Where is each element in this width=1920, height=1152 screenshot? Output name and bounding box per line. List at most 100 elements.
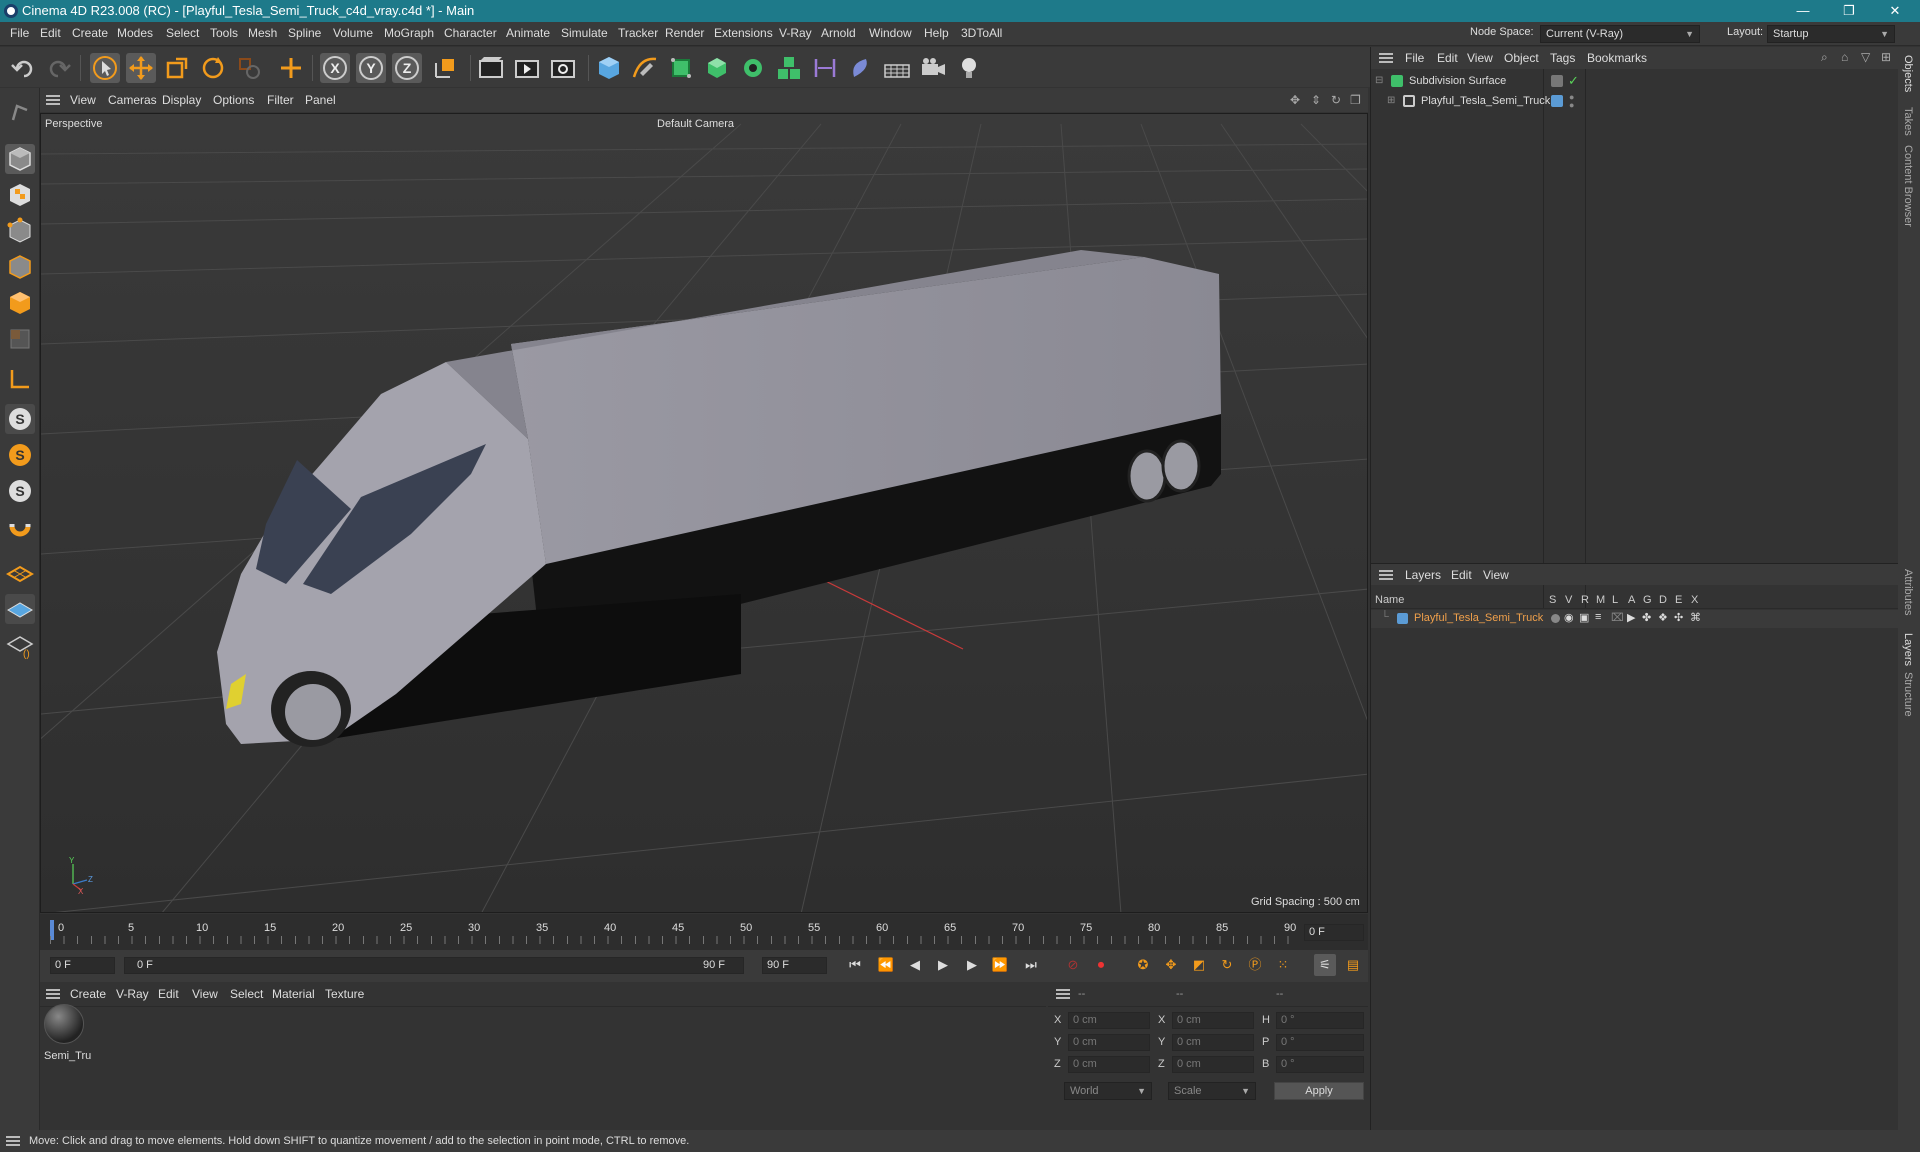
next-frame-icon[interactable]: ▶ [961, 954, 983, 976]
menu-simulate[interactable]: Simulate [561, 26, 608, 40]
key-scale-icon[interactable]: ◩ [1188, 954, 1210, 976]
3d-viewport[interactable]: Perspective Default Camera Grid Spacing … [40, 113, 1368, 913]
menu-3dtoall[interactable]: 3DToAll [961, 26, 1002, 40]
material-thumbnail[interactable]: Semi_Tru [42, 1004, 91, 1064]
snap-settings-icon[interactable]: S [5, 440, 35, 470]
move-icon[interactable] [126, 53, 156, 83]
object-tree[interactable]: ⊟ Subdivision Surface ✓ ⊞ Playful_Tesla_… [1371, 69, 1899, 609]
tab-takes[interactable]: Takes [1902, 107, 1914, 136]
manager-icon[interactable]: ≡ [1595, 611, 1601, 623]
material-menu-create[interactable]: Create [70, 987, 106, 1001]
key-position-icon[interactable]: ✥ [1160, 954, 1182, 976]
menu-tracker[interactable]: Tracker [618, 26, 658, 40]
extrude-icon[interactable] [702, 53, 732, 83]
next-key-icon[interactable]: ⏩ [989, 954, 1011, 976]
rotate-icon[interactable] [198, 53, 228, 83]
filter-icon[interactable]: ▽ [1861, 50, 1870, 64]
menu-window[interactable]: Window [869, 26, 912, 40]
tree-row-truck[interactable]: ⊞ Playful_Tesla_Semi_Truck ● ● [1371, 93, 1899, 111]
menu-edit[interactable]: Edit [40, 26, 61, 40]
select-pointer-icon[interactable] [90, 53, 120, 83]
model-mode-icon[interactable] [5, 144, 35, 174]
menu-file[interactable]: File [10, 26, 29, 40]
tab-objects[interactable]: Objects [1902, 55, 1914, 92]
tab-content-browser[interactable]: Content Browser [1902, 145, 1914, 227]
layer-color-swatch[interactable] [1397, 613, 1408, 624]
material-menu-material[interactable]: Material [272, 987, 315, 1001]
render-icon[interactable]: ▣ [1579, 611, 1589, 624]
solo-icon[interactable] [1551, 614, 1560, 623]
snap-icon[interactable]: S [5, 404, 35, 434]
y-axis-icon[interactable]: Y [356, 53, 386, 83]
subdivision-icon[interactable] [666, 53, 696, 83]
size-mode-select[interactable]: Scale ▼ [1168, 1082, 1256, 1100]
material-menu-texture[interactable]: Texture [325, 987, 364, 1001]
pan-view-icon[interactable]: ✥ [1290, 93, 1300, 107]
undo-icon[interactable] [8, 53, 38, 83]
node-space-select[interactable]: Current (V-Ray) ▼ [1540, 25, 1700, 43]
layers-menu-layers[interactable]: Layers [1405, 568, 1441, 582]
coordinate-space-select[interactable]: World ▼ [1064, 1082, 1152, 1100]
material-menu-view[interactable]: View [192, 987, 218, 1001]
redo-icon[interactable] [44, 53, 74, 83]
render-view-icon[interactable] [512, 53, 542, 83]
frame-range-slider[interactable]: 0 F 90 F [124, 957, 744, 974]
current-frame-field[interactable]: 0 F [1304, 924, 1364, 941]
polygon-mode-icon[interactable] [5, 288, 35, 318]
deformer-icon[interactable]: ❖ [1658, 611, 1668, 624]
material-menu-vray[interactable]: V-Ray [116, 987, 149, 1001]
menu-character[interactable]: Character [444, 26, 497, 40]
new-window-icon[interactable]: ⊞ [1881, 50, 1891, 64]
objects-menu-view[interactable]: View [1467, 51, 1493, 65]
key-pla-icon[interactable]: ⁙ [1272, 954, 1294, 976]
objects-menu-object[interactable]: Object [1504, 51, 1539, 65]
menu-help[interactable]: Help [924, 26, 949, 40]
previous-frame-icon[interactable]: ◀ [904, 954, 926, 976]
menu-modes[interactable]: Modes [117, 26, 153, 40]
axis-mode-icon[interactable] [5, 364, 35, 394]
xref-icon[interactable]: ⌘ [1690, 611, 1701, 624]
restore-icon[interactable]: ❐ [1826, 0, 1872, 22]
tab-attributes[interactable]: Attributes [1902, 569, 1914, 615]
cloner-icon[interactable] [738, 53, 768, 83]
timeline-track[interactable]: 0 5 10 15 20 25 30 35 40 45 50 55 60 65 … [50, 918, 1300, 944]
size-x-field[interactable]: 0 cm [1172, 1012, 1254, 1029]
previous-key-icon[interactable]: ⏪ [875, 954, 897, 976]
z-axis-icon[interactable]: Z [392, 53, 422, 83]
make-editable-icon[interactable] [5, 98, 35, 128]
position-x-field[interactable]: 0 cm [1068, 1012, 1150, 1029]
menu-mograph[interactable]: MoGraph [384, 26, 434, 40]
viewport-camera-label[interactable]: Default Camera [657, 118, 734, 130]
size-z-field[interactable]: 0 cm [1172, 1056, 1254, 1073]
menu-animate[interactable]: Animate [506, 26, 550, 40]
material-menu-edit[interactable]: Edit [158, 987, 179, 1001]
tab-layers[interactable]: Layers [1902, 633, 1914, 666]
play-icon[interactable]: ▶ [932, 954, 954, 976]
workplane-icon[interactable] [5, 558, 35, 588]
expand-icon[interactable]: ⊞ [1387, 95, 1395, 106]
hamburger-icon[interactable] [46, 95, 60, 105]
rotation-h-field[interactable]: 0 ° [1276, 1012, 1364, 1029]
visibility-dots-icon[interactable]: ● ● [1569, 93, 1574, 110]
viewport-menu-filter[interactable]: Filter [267, 93, 294, 107]
menu-tools[interactable]: Tools [210, 26, 238, 40]
menu-spline[interactable]: Spline [288, 26, 321, 40]
render-region-icon[interactable] [476, 53, 506, 83]
layer-color-icon[interactable] [1551, 95, 1563, 107]
objects-menu-tags[interactable]: Tags [1550, 51, 1575, 65]
material-menu-select[interactable]: Select [230, 987, 263, 1001]
menu-mesh[interactable]: Mesh [248, 26, 277, 40]
lock-icon[interactable]: ⌧ [1611, 611, 1624, 624]
menu-extensions[interactable]: Extensions [714, 26, 773, 40]
start-frame-field[interactable]: 0 F [50, 957, 115, 974]
hamburger-icon[interactable] [6, 1136, 20, 1146]
checkmark-icon[interactable]: ✓ [1568, 73, 1579, 89]
quantize-icon[interactable]: S [5, 476, 35, 506]
tree-row-subdivision[interactable]: ⊟ Subdivision Surface ✓ [1371, 73, 1899, 91]
hamburger-icon[interactable] [1056, 989, 1070, 999]
dolly-view-icon[interactable]: ⇕ [1311, 93, 1321, 107]
viewport-menu-view[interactable]: View [70, 93, 96, 107]
size-y-field[interactable]: 0 cm [1172, 1034, 1254, 1051]
go-to-start-icon[interactable]: ⏮ [844, 954, 866, 976]
expression-icon[interactable]: ✣ [1674, 611, 1683, 624]
